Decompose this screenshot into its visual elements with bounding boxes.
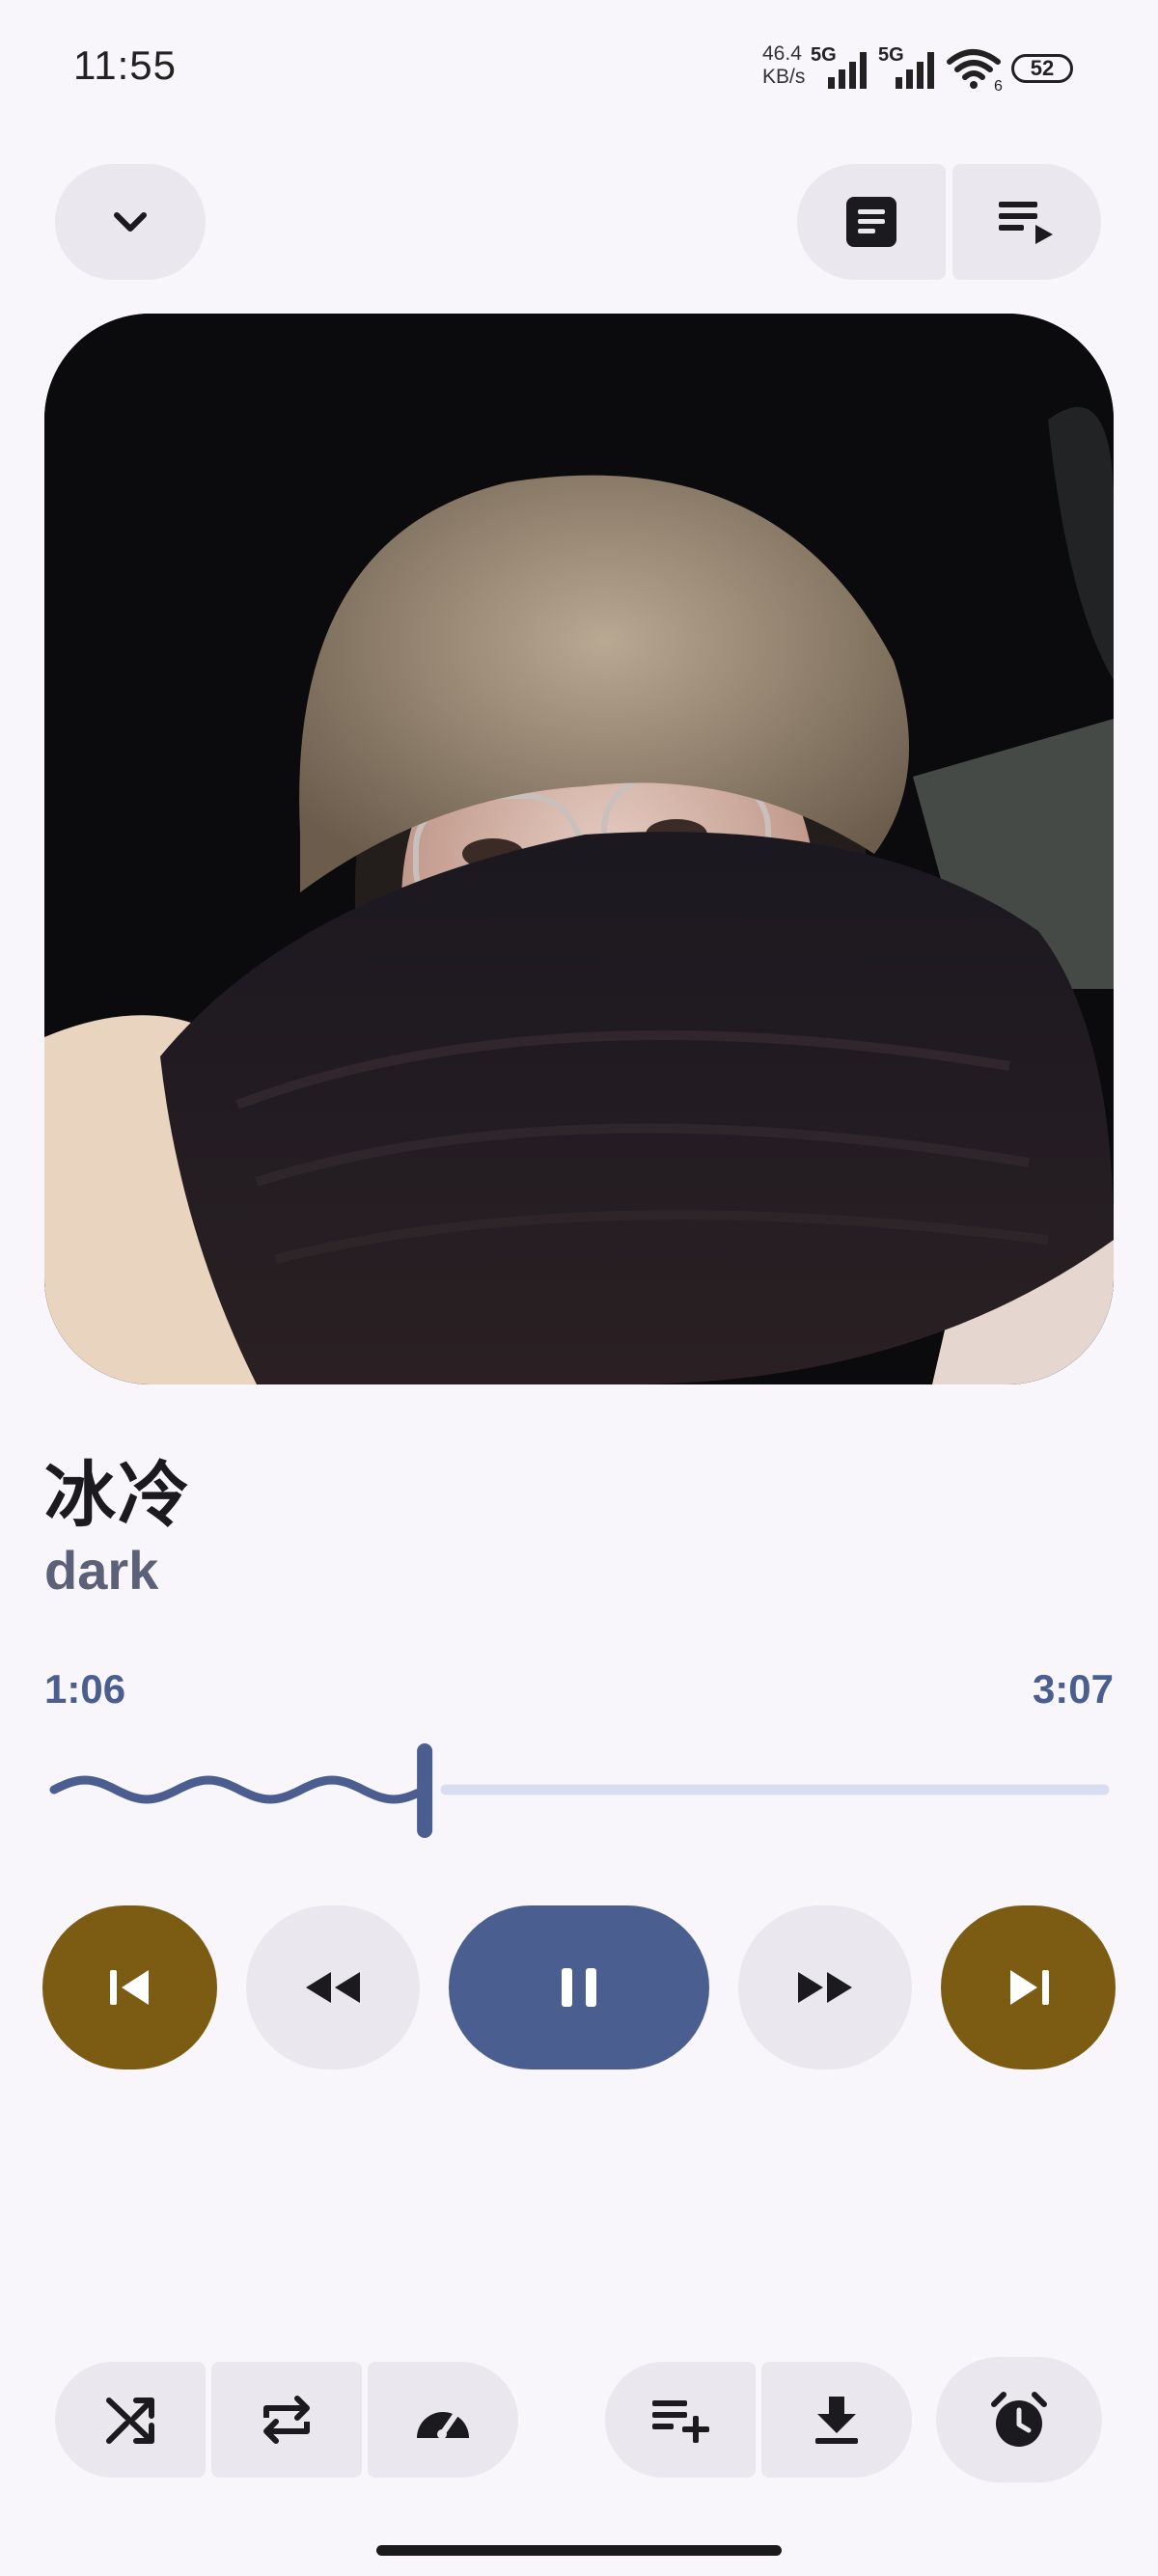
cellular-signal-1: 5G [811, 44, 870, 93]
skip-next-button[interactable] [941, 1905, 1116, 2069]
total-duration: 3:07 [1032, 1666, 1114, 1712]
network-speed: 46.4 KB/s [762, 42, 805, 89]
download-button[interactable] [761, 2362, 912, 2478]
fast-forward-button[interactable] [738, 1905, 912, 2069]
track-artist[interactable]: dark [44, 1539, 158, 1602]
skip-next-icon [1009, 1970, 1049, 2005]
add-to-queue-button[interactable] [605, 2362, 756, 2478]
rewind-icon [306, 1972, 360, 2003]
network-speed-unit: KB/s [762, 66, 806, 88]
playback-speed-button[interactable] [368, 2362, 518, 2478]
speedometer-icon [417, 2412, 469, 2439]
track-title: 冰冷 [44, 1455, 191, 1535]
queue-music-icon [999, 202, 1053, 244]
elapsed-time: 1:06 [44, 1666, 126, 1712]
download-icon [815, 2397, 858, 2444]
signal-2-label: 5G [878, 44, 904, 66]
wifi-label: 6 [994, 78, 1003, 91]
collapse-button[interactable] [55, 164, 206, 280]
home-indicator[interactable] [376, 2545, 782, 2556]
status-bar: 11:55 46.4 KB/s 5G 5G 6 52 [0, 0, 1158, 140]
skip-previous-icon [109, 1970, 149, 2005]
seek-bar[interactable] [44, 1732, 1114, 1848]
seek-bar-graphic[interactable] [44, 1732, 1114, 1848]
lyrics-icon [846, 197, 896, 247]
pause-button[interactable] [449, 1905, 709, 2069]
status-time: 11:55 [73, 42, 177, 88]
album-art-image [44, 314, 1114, 1384]
shuffle-button[interactable] [55, 2362, 206, 2478]
repeat-button[interactable] [211, 2362, 362, 2478]
lyrics-button[interactable] [797, 164, 946, 280]
seek-bar-thumb[interactable] [417, 1743, 433, 1838]
repeat-icon [263, 2396, 310, 2444]
rewind-button[interactable] [246, 1905, 420, 2069]
fast-forward-icon [798, 1972, 852, 2003]
signal-1-label: 5G [811, 44, 837, 66]
cellular-signal-2: 5G [878, 44, 938, 93]
queue-button[interactable] [952, 164, 1101, 280]
chevron-down-icon [114, 212, 147, 232]
now-playing-screen: 11:55 46.4 KB/s 5G 5G 6 52 冰冷 dark 1:06 … [0, 0, 1158, 2576]
pause-icon [562, 1968, 596, 2007]
network-speed-value: 46.4 [762, 42, 802, 65]
alarm-icon [991, 2392, 1047, 2447]
sleep-timer-button[interactable] [936, 2357, 1102, 2482]
shuffle-icon [106, 2398, 154, 2444]
album-art [44, 314, 1114, 1384]
seek-bar-played [49, 1775, 422, 1804]
playlist-add-icon [652, 2400, 709, 2443]
battery-indicator: 52 [1011, 54, 1073, 83]
wifi-icon: 6 [946, 48, 1004, 96]
skip-previous-button[interactable] [42, 1905, 217, 2069]
